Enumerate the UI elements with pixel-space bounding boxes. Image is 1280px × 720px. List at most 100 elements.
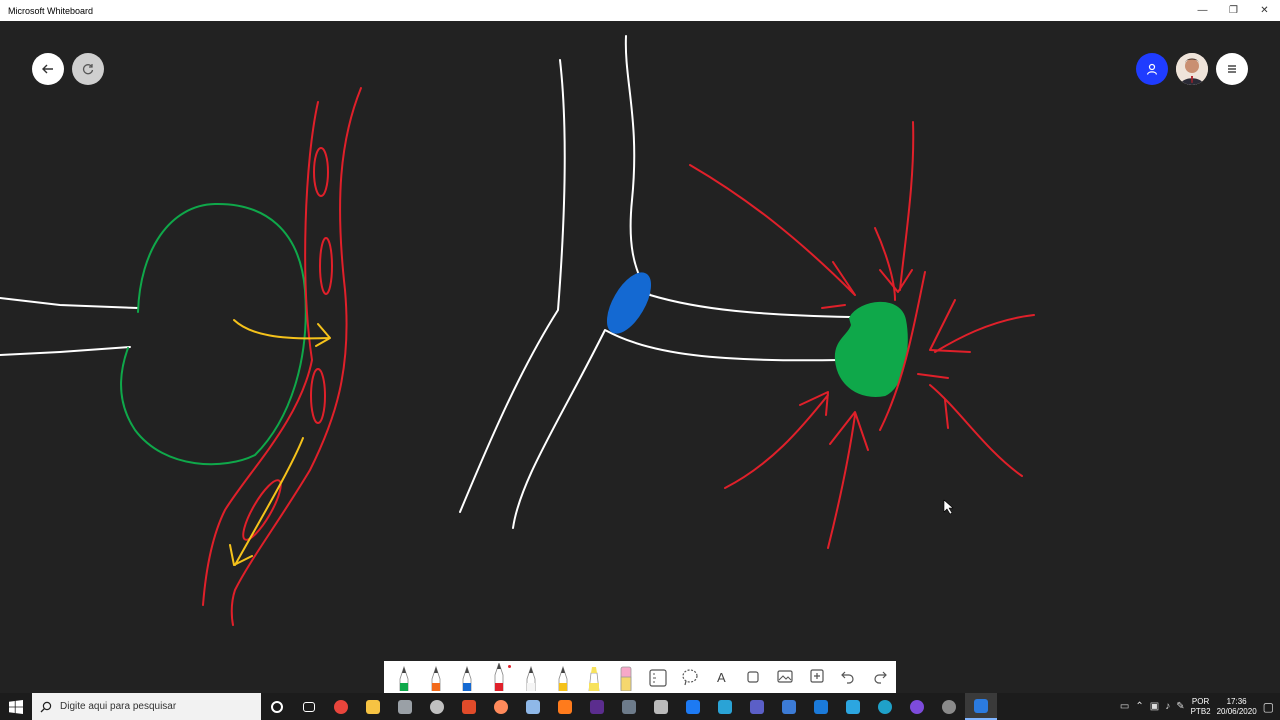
teams-icon [750, 699, 764, 714]
minimize-button[interactable]: — [1187, 0, 1218, 21]
person-icon [1146, 63, 1158, 75]
chrome-icon [334, 699, 348, 714]
shape-icon [747, 671, 759, 683]
arrow-left-icon [42, 64, 53, 74]
sync-icon [82, 64, 94, 75]
add-tool[interactable] [801, 661, 833, 693]
ink-yellow-arrow-down [229, 437, 304, 566]
app-12-icon [942, 699, 956, 714]
redo-tool[interactable] [864, 661, 896, 693]
title-bar: Microsoft Whiteboard — ❐ ✕ [0, 0, 1280, 21]
pen-white-tool[interactable] [515, 661, 547, 693]
app-7-icon [718, 699, 732, 714]
whiteboard-canvas[interactable] [0, 21, 1280, 661]
start-button[interactable] [0, 693, 32, 720]
taskbar-cortana-button[interactable] [261, 693, 293, 720]
taskbar-calculator-button[interactable] [645, 693, 677, 720]
pen-yellow-icon [558, 665, 568, 691]
taskbar-premiere-button[interactable] [581, 693, 613, 720]
window-title: Microsoft Whiteboard [8, 5, 94, 16]
taskbar-app-9-button[interactable] [805, 693, 837, 720]
calculator-icon [654, 699, 668, 714]
sync-button[interactable] [72, 53, 104, 85]
invite-button[interactable] [1136, 53, 1168, 85]
system-tray: ▭ ⌃ ▣ ♪ ✎ POR PTB2 17:36 20/06/2020 ▢ [1120, 693, 1280, 720]
taskbar-app-1-button[interactable] [389, 693, 421, 720]
app-1-icon [398, 699, 412, 714]
undo-icon [841, 671, 854, 684]
pen-blue-icon [462, 665, 472, 691]
ink-red-cell-1 [313, 147, 329, 197]
network-icon[interactable]: ▣ [1150, 701, 1159, 712]
taskbar-app-8-button[interactable] [773, 693, 805, 720]
taskbar-edge-button[interactable] [869, 693, 901, 720]
lasso-icon [682, 669, 698, 686]
settings-menu-button[interactable] [1216, 53, 1248, 85]
pen-green-tool[interactable] [388, 661, 420, 693]
taskbar-app-11-button[interactable] [901, 693, 933, 720]
pen-tray-icon[interactable]: ✎ [1176, 701, 1184, 712]
taskbar-app-list [261, 693, 997, 720]
ink-red-ray-3 [874, 227, 896, 301]
image-tool[interactable] [769, 661, 801, 693]
taskbar-search-box[interactable]: Digite aqui para pesquisar [32, 693, 261, 720]
eraser-tool[interactable] [610, 661, 642, 693]
pen-orange-tool[interactable] [420, 661, 452, 693]
taskbar-camera-button[interactable] [613, 693, 645, 720]
pen-orange-icon [431, 665, 441, 691]
mouse-cursor [943, 499, 954, 515]
app-6-icon [558, 699, 572, 714]
notification-icon[interactable]: ▢ [1263, 700, 1274, 714]
keyboard-layout: PTB2 [1190, 706, 1211, 716]
keyboard-icon[interactable]: ▭ [1120, 701, 1129, 712]
language-code: POR [1191, 696, 1210, 706]
shape-tool[interactable] [737, 661, 769, 693]
ink-white-branch-lower [512, 329, 841, 529]
taskbar-app-3-button[interactable] [453, 693, 485, 720]
pen-red-tool[interactable] [483, 661, 515, 693]
language-indicator[interactable]: POR PTB2 [1191, 697, 1211, 717]
volume-icon[interactable]: ♪ [1165, 701, 1170, 712]
undo-tool[interactable] [833, 661, 865, 693]
pen-red-icon [494, 663, 504, 691]
whiteboard-icon [974, 698, 988, 713]
cortana-icon [271, 700, 283, 713]
taskbar-app-7-button[interactable] [709, 693, 741, 720]
clock-time: 17:36 [1226, 696, 1247, 706]
taskbar-app-5-button[interactable] [517, 693, 549, 720]
ink-white-branch-right [624, 35, 851, 318]
taskbar-dropbox-button[interactable] [677, 693, 709, 720]
premiere-icon [590, 699, 604, 714]
app-9-icon [814, 699, 828, 714]
taskbar-whiteboard-button[interactable] [965, 693, 997, 720]
app-11-icon [910, 699, 924, 714]
taskbar-file-explorer-button[interactable] [357, 693, 389, 720]
windows-logo-icon [9, 699, 23, 714]
taskbar-task-view-button[interactable] [293, 693, 325, 720]
highlighter-yellow-tool[interactable] [579, 661, 611, 693]
ink-red-cell-3 [310, 368, 326, 424]
pen-yellow-tool[interactable] [547, 661, 579, 693]
back-button[interactable] [32, 53, 64, 85]
restore-button[interactable]: ❐ [1218, 0, 1249, 21]
ruler-tool[interactable] [642, 661, 674, 693]
dropbox-icon [686, 699, 700, 714]
taskbar-teams-button[interactable] [741, 693, 773, 720]
taskbar-app-10-button[interactable] [837, 693, 869, 720]
taskbar-app-12-button[interactable] [933, 693, 965, 720]
ink-white-tube-bottom [0, 346, 131, 356]
ink-red-ray-6 [917, 373, 1023, 477]
system-clock[interactable]: 17:36 20/06/2020 [1217, 697, 1257, 717]
taskbar-app-2-button[interactable] [421, 693, 453, 720]
search-icon [40, 701, 52, 712]
lasso-tool[interactable] [674, 661, 706, 693]
taskbar-app-4-button[interactable] [485, 693, 517, 720]
user-avatar[interactable] [1176, 53, 1208, 85]
pen-blue-tool[interactable] [452, 661, 484, 693]
taskbar-app-6-button[interactable] [549, 693, 581, 720]
close-button[interactable]: ✕ [1249, 0, 1280, 21]
chevron-up-icon[interactable]: ⌃ [1135, 701, 1143, 712]
ink-red-ray-1 [689, 164, 856, 296]
text-tool[interactable]: A [706, 661, 738, 693]
taskbar-chrome-button[interactable] [325, 693, 357, 720]
